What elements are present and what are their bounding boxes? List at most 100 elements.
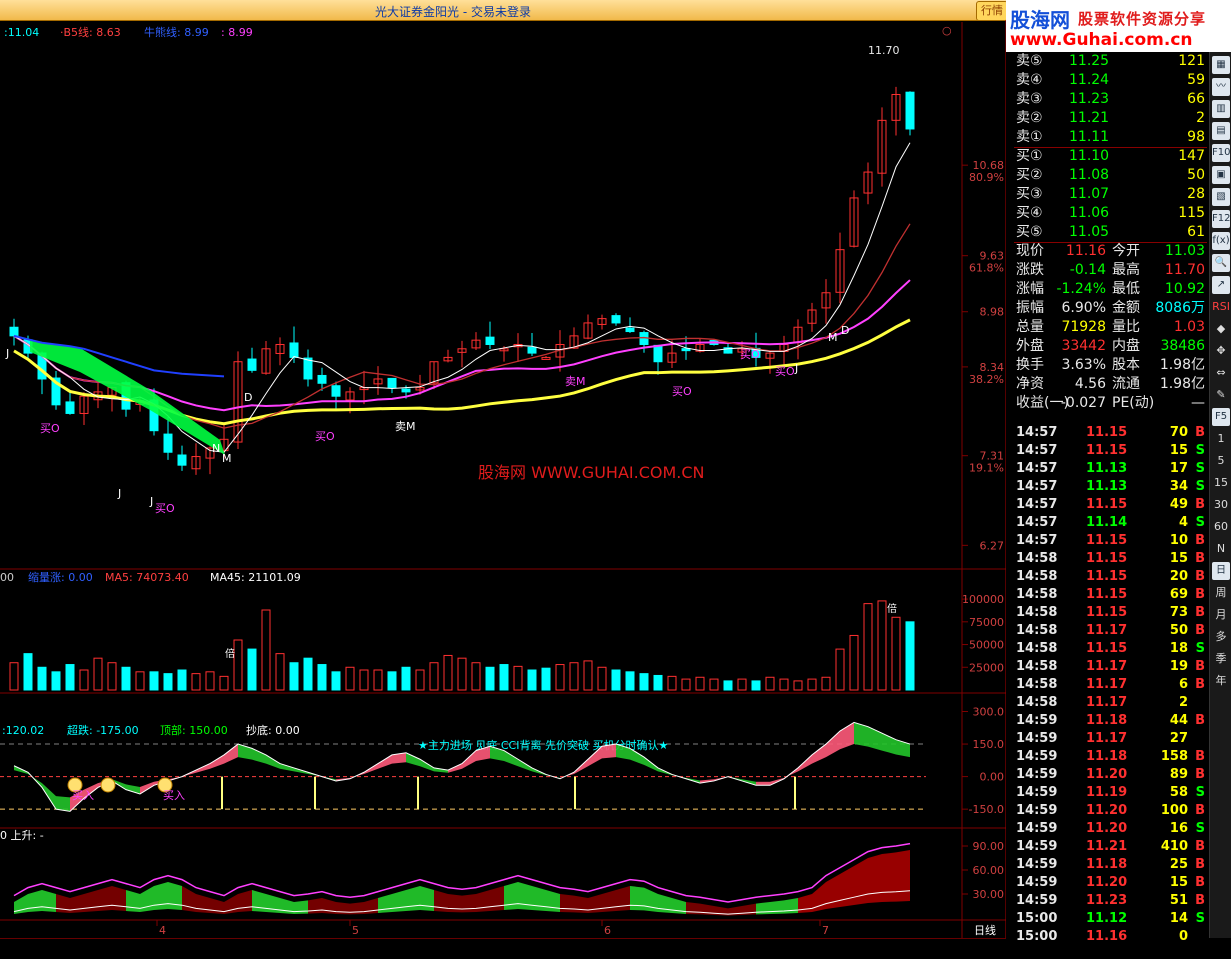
table-icon[interactable]: ▤ bbox=[1212, 122, 1230, 140]
sell-price: 11.25 bbox=[1069, 53, 1110, 69]
diamond-icon[interactable]: ◆ bbox=[1212, 320, 1230, 338]
draw-icon[interactable]: ✎ bbox=[1212, 386, 1230, 404]
period-button-26[interactable]: 多 bbox=[1212, 628, 1230, 646]
line-chart-icon[interactable]: 〰 bbox=[1212, 78, 1230, 96]
tick-row[interactable]: 14:57 11.15 10 B bbox=[1014, 532, 1207, 550]
tick-row[interactable]: 14:59 11.17 27 bbox=[1014, 730, 1207, 748]
tick-time: 14:59 bbox=[1016, 731, 1058, 746]
stat-value: — bbox=[1191, 395, 1205, 411]
candle-body bbox=[65, 401, 75, 414]
tick-row[interactable]: 14:59 11.20 16 S bbox=[1014, 820, 1207, 838]
tick-row[interactable]: 14:58 11.15 73 B bbox=[1014, 604, 1207, 622]
search-icon[interactable]: 🔍 bbox=[1212, 254, 1230, 272]
period-button-22[interactable]: N bbox=[1212, 540, 1230, 558]
kline-icon[interactable]: ▥ bbox=[1212, 100, 1230, 118]
tick-list[interactable]: 14:57 11.15 70 B 14:57 11.15 15 S 14:57 11.13 17 S 1… bbox=[1014, 424, 1207, 944]
volume-bar bbox=[289, 662, 299, 691]
tick-row[interactable]: 14:57 11.14 4 S bbox=[1014, 514, 1207, 532]
cci-axis-label: 150.0 bbox=[973, 738, 1005, 751]
tick-row[interactable]: 14:59 11.23 51 B bbox=[1014, 892, 1207, 910]
move-icon[interactable]: ✥ bbox=[1212, 342, 1230, 360]
tick-row[interactable]: 14:59 11.21 410 B bbox=[1014, 838, 1207, 856]
period-button-18[interactable]: 5 bbox=[1212, 452, 1230, 470]
volume-bar bbox=[611, 669, 621, 691]
cci-legend-item: 超跌: -175.00 bbox=[67, 723, 139, 737]
tick-price: 11.12 bbox=[1086, 911, 1128, 926]
tick-price: 11.15 bbox=[1086, 641, 1128, 656]
formula-icon[interactable]: f(x) bbox=[1212, 232, 1230, 250]
tick-row[interactable]: 14:57 11.13 34 S bbox=[1014, 478, 1207, 496]
price-legend-item: ·B5线: 8.63 bbox=[60, 25, 121, 39]
stat-label: 最低 bbox=[1112, 281, 1140, 297]
tick-row[interactable]: 14:59 11.20 89 B bbox=[1014, 766, 1207, 784]
tick-row[interactable]: 14:58 11.15 18 S bbox=[1014, 640, 1207, 658]
report-icon[interactable]: ▧ bbox=[1212, 188, 1230, 206]
tick-row[interactable]: 14:58 11.17 50 B bbox=[1014, 622, 1207, 640]
stat-value: 1.98亿 bbox=[1159, 376, 1205, 392]
tick-row[interactable]: 14:59 11.18 44 B bbox=[1014, 712, 1207, 730]
tick-row[interactable]: 14:58 11.17 19 B bbox=[1014, 658, 1207, 676]
tick-row[interactable]: 14:58 11.15 20 B bbox=[1014, 568, 1207, 586]
period-button-17[interactable]: 1 bbox=[1212, 430, 1230, 448]
tick-row[interactable]: 14:58 11.17 6 B bbox=[1014, 676, 1207, 694]
trend-fill bbox=[532, 886, 546, 911]
volume-bar bbox=[401, 666, 411, 691]
trend-fill bbox=[252, 890, 266, 912]
news-icon[interactable]: ▣ bbox=[1212, 166, 1230, 184]
trend-fill bbox=[420, 886, 434, 911]
tick-row[interactable]: 14:59 11.18 158 B bbox=[1014, 748, 1207, 766]
tick-row[interactable]: 14:58 11.15 15 B bbox=[1014, 550, 1207, 568]
stat-row: 换手 3.63% 股本 1.98亿 bbox=[1014, 356, 1207, 375]
tick-row[interactable]: 14:57 11.15 15 S bbox=[1014, 442, 1207, 460]
tick-row[interactable]: 14:58 11.17 2 bbox=[1014, 694, 1207, 712]
tick-row[interactable]: 14:57 11.15 49 B bbox=[1014, 496, 1207, 514]
quote-tab[interactable]: 行情 bbox=[976, 1, 1008, 21]
tick-row[interactable]: 14:58 11.15 69 B bbox=[1014, 586, 1207, 604]
tick-row[interactable]: 14:57 11.13 17 S bbox=[1014, 460, 1207, 478]
f10-icon[interactable]: F10 bbox=[1212, 144, 1230, 162]
tick-volume: 18 bbox=[1169, 641, 1188, 656]
volume-bar-label: 倍 bbox=[225, 647, 235, 660]
signal-label: 买O bbox=[740, 348, 760, 361]
price-axis-label: 6.27 bbox=[980, 539, 1005, 552]
period-button-27[interactable]: 季 bbox=[1212, 650, 1230, 668]
tick-row[interactable]: 14:57 11.15 70 B bbox=[1014, 424, 1207, 442]
swap-icon[interactable]: ⇔ bbox=[1212, 364, 1230, 382]
period-button-21[interactable]: 60 bbox=[1212, 518, 1230, 536]
tick-row[interactable]: 14:59 11.19 58 S bbox=[1014, 784, 1207, 802]
tick-row[interactable]: 15:00 11.12 14 S bbox=[1014, 910, 1207, 928]
period-button-23[interactable]: 日 bbox=[1212, 562, 1230, 580]
buy-price: 11.10 bbox=[1069, 148, 1110, 164]
tick-row[interactable]: 14:59 11.18 25 B bbox=[1014, 856, 1207, 874]
stat-value: 4.56 bbox=[1074, 376, 1106, 392]
grid-icon[interactable]: ▦ bbox=[1212, 56, 1230, 74]
period-button-25[interactable]: 月 bbox=[1212, 606, 1230, 624]
trend-fill bbox=[616, 886, 630, 911]
quote-panel: 卖⑤ 11.25 121 卖④ 11.24 59 卖③ 11.23 66 卖② 11.21 2 卖① 11… bbox=[1014, 52, 1207, 424]
trend-fill bbox=[560, 894, 574, 913]
buy-level-label: 买① bbox=[1016, 148, 1043, 164]
rsi-icon[interactable]: RSI bbox=[1212, 298, 1230, 316]
trend-icon[interactable]: ↗ bbox=[1212, 276, 1230, 294]
tick-row[interactable]: 14:59 11.20 15 B bbox=[1014, 874, 1207, 892]
volume-bar bbox=[485, 666, 495, 691]
sell-row: 卖② 11.21 2 bbox=[1014, 109, 1207, 128]
period-button-24[interactable]: 周 bbox=[1212, 584, 1230, 602]
period-button-20[interactable]: 30 bbox=[1212, 496, 1230, 514]
tick-volume: 89 bbox=[1169, 767, 1188, 782]
f12-icon[interactable]: F12 bbox=[1212, 210, 1230, 228]
trend-fill bbox=[42, 890, 56, 912]
stat-label: 现价 bbox=[1016, 243, 1044, 259]
tick-volume: 70 bbox=[1169, 425, 1188, 440]
tick-row[interactable]: 14:59 11.20 100 B bbox=[1014, 802, 1207, 820]
signal-label: 买O bbox=[40, 422, 60, 435]
volume-bar bbox=[51, 671, 61, 691]
period-button-19[interactable]: 15 bbox=[1212, 474, 1230, 492]
tick-direction: B bbox=[1195, 803, 1205, 818]
f5-icon[interactable]: F5 bbox=[1212, 408, 1230, 426]
tick-price: 11.17 bbox=[1086, 623, 1128, 638]
tick-row[interactable]: 15:00 11.16 0 bbox=[1014, 928, 1207, 946]
period-button-28[interactable]: 年 bbox=[1212, 672, 1230, 690]
stock-chart[interactable]: 10.6880.9%9.6361.8%8.988.3438.2%7.3119.1… bbox=[0, 20, 1006, 938]
volume-bar bbox=[905, 621, 915, 691]
